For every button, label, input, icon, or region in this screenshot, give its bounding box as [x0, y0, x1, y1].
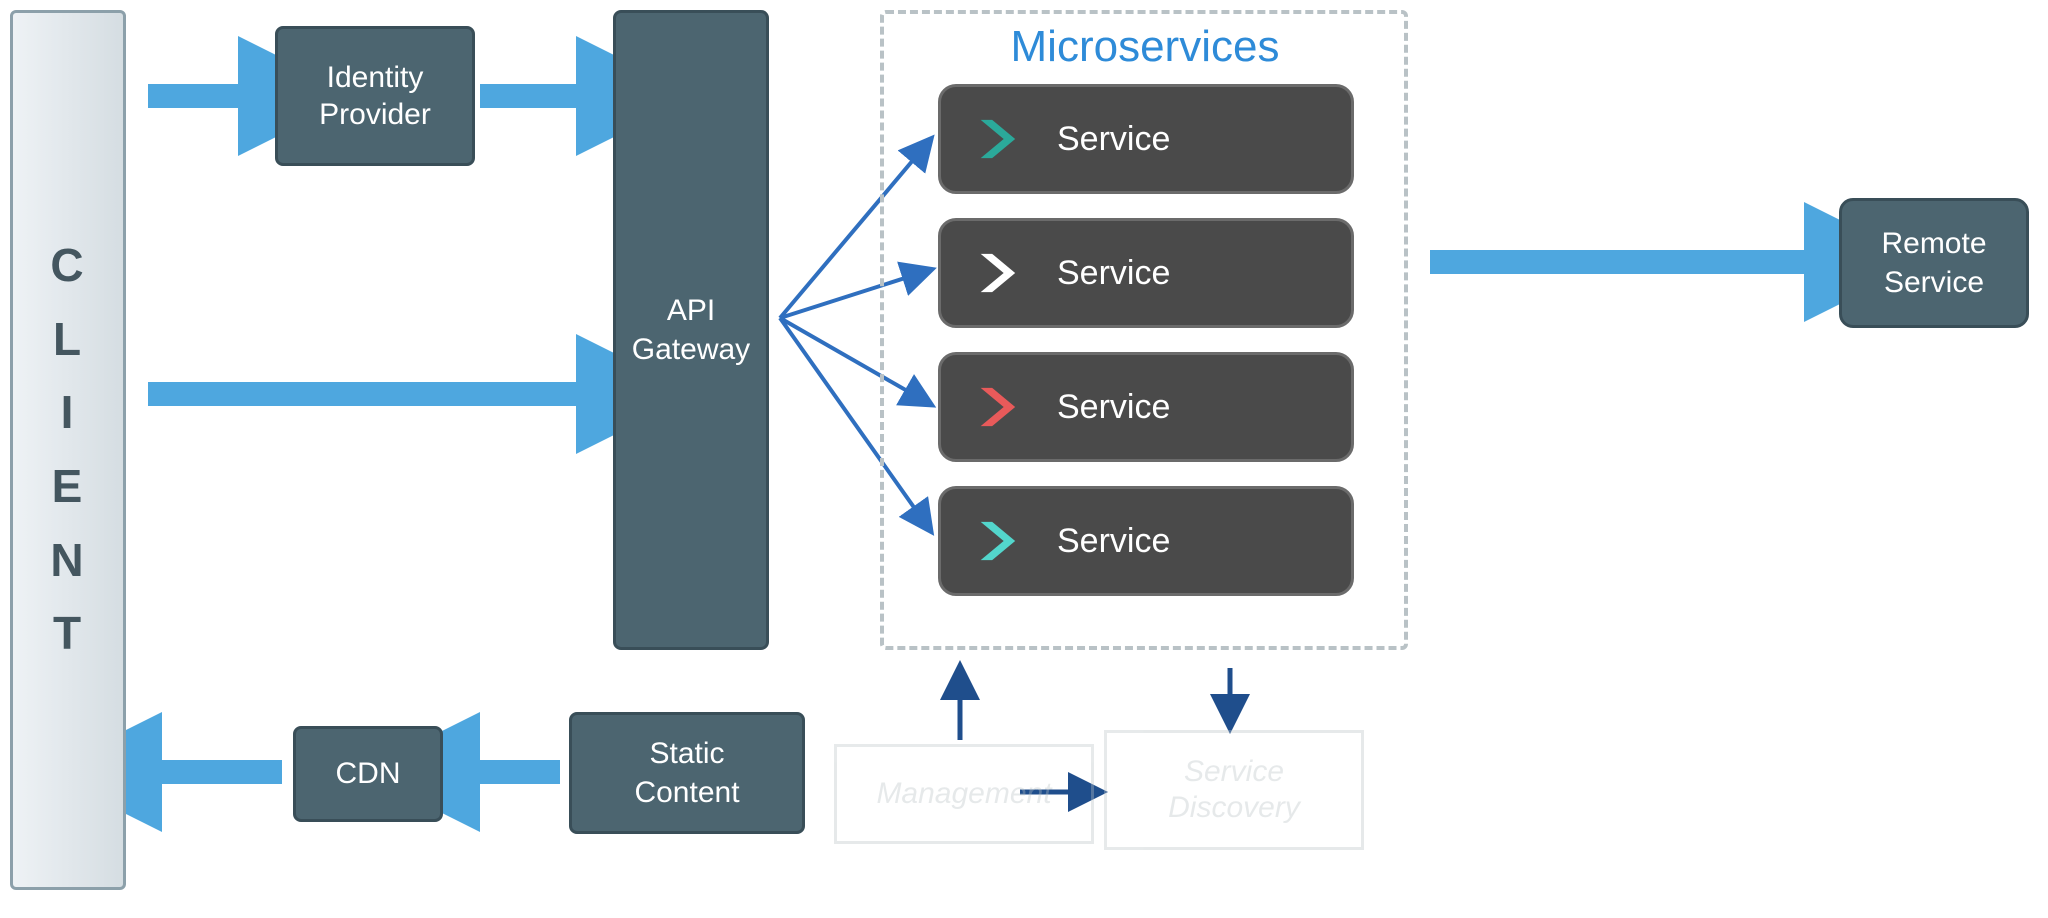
service-box-4: Service	[938, 486, 1354, 596]
management-label: Management	[876, 777, 1051, 811]
identity-provider-label: Identity Provider	[319, 59, 431, 134]
chevron-icon	[973, 384, 1019, 430]
service-discovery-box: Service Discovery	[1104, 730, 1364, 850]
static-content-label: Static Content	[634, 734, 739, 812]
remote-service-label: Remote Service	[1881, 224, 1986, 302]
client-letter: E	[52, 450, 85, 524]
service-discovery-label: Service Discovery	[1168, 754, 1300, 826]
service-label: Service	[1057, 522, 1170, 561]
client-letter: N	[50, 524, 85, 598]
api-gateway-label: API Gateway	[632, 291, 750, 369]
service-label: Service	[1057, 388, 1170, 427]
service-box-2: Service	[938, 218, 1354, 328]
client-box: C L I E N T	[10, 10, 126, 890]
remote-service-box: Remote Service	[1839, 198, 2029, 328]
identity-provider-box: Identity Provider	[275, 26, 475, 166]
client-letter: C	[50, 229, 85, 303]
diagram-stage: C L I E N T Identity Provider API Gatewa…	[0, 0, 2048, 918]
api-gateway-box: API Gateway	[613, 10, 769, 650]
microservices-title: Microservices	[965, 22, 1325, 72]
cdn-label: CDN	[336, 757, 401, 791]
service-label: Service	[1057, 120, 1170, 159]
client-letter: L	[53, 303, 83, 377]
client-letter: I	[61, 376, 76, 450]
static-content-box: Static Content	[569, 712, 805, 834]
chevron-icon	[973, 116, 1019, 162]
service-box-1: Service	[938, 84, 1354, 194]
client-letter: T	[53, 597, 83, 671]
chevron-icon	[973, 250, 1019, 296]
chevron-icon	[973, 518, 1019, 564]
cdn-box: CDN	[293, 726, 443, 822]
service-box-3: Service	[938, 352, 1354, 462]
management-box: Management	[834, 744, 1094, 844]
service-label: Service	[1057, 254, 1170, 293]
